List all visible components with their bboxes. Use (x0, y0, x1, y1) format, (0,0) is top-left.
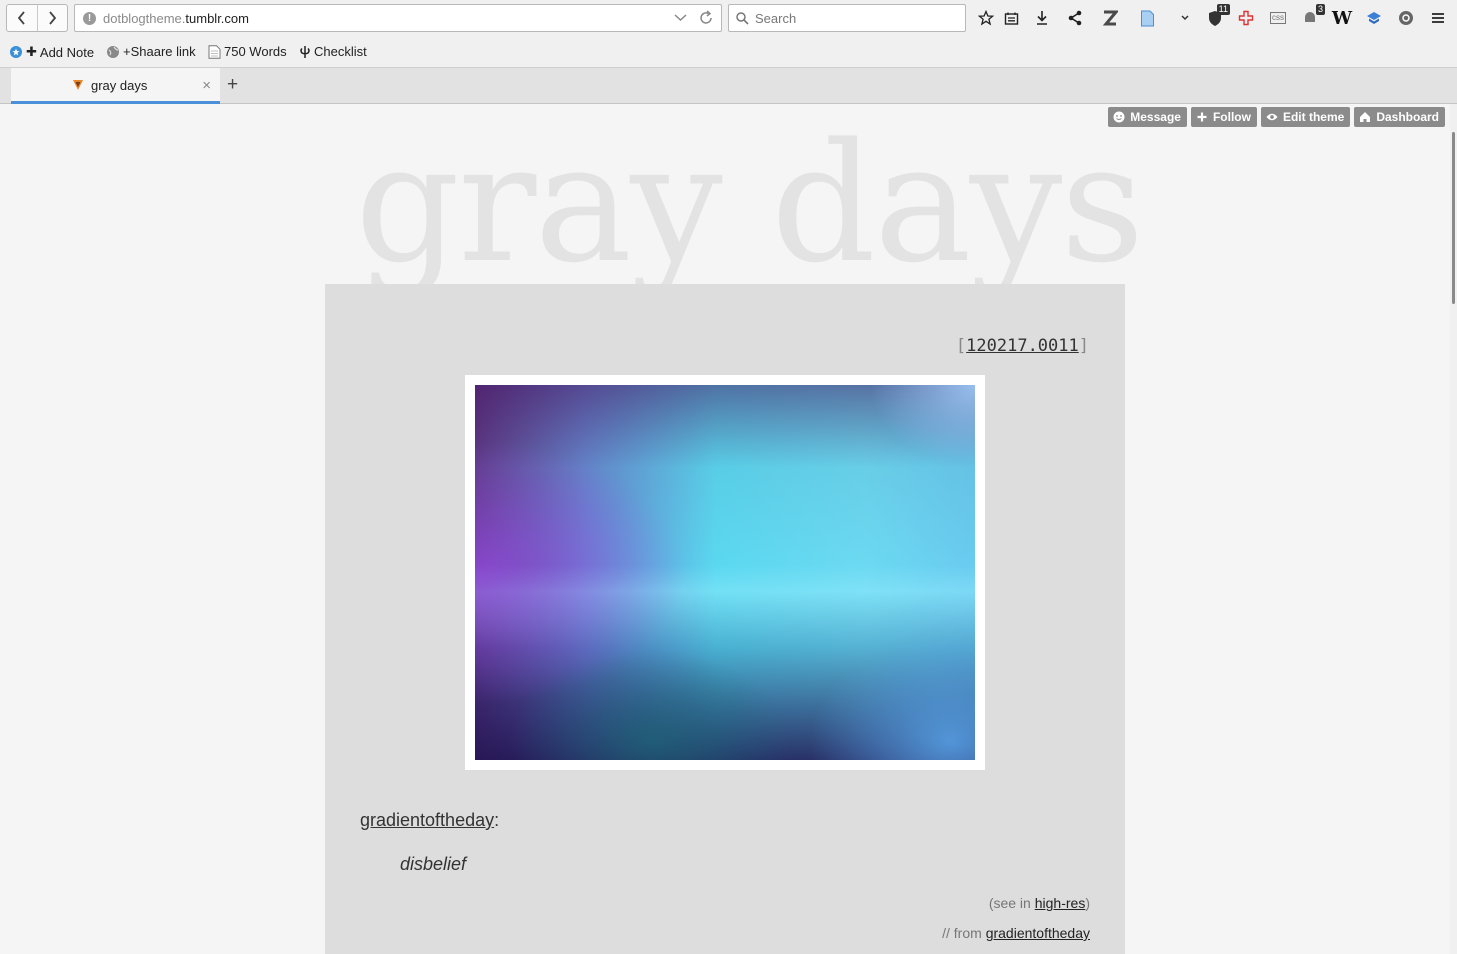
bookmark-shaare-link[interactable]: +Shaare link (106, 44, 196, 59)
edit-theme-button[interactable]: Edit theme (1260, 107, 1351, 127)
url-domain: tumblr.com (185, 10, 249, 26)
navigation-toolbar: ! dotblogtheme. tumblr.com Search 11 css… (0, 0, 1457, 37)
favicon-icon (73, 80, 83, 90)
wikiwand-icon[interactable]: W (1331, 6, 1353, 30)
first-aid-icon[interactable] (1235, 6, 1257, 30)
post: [120217.0011] gradientoftheday: disbelie… (325, 284, 1125, 954)
bookmark-star-icon[interactable] (975, 6, 997, 30)
forward-button[interactable] (36, 5, 67, 31)
search-field[interactable]: Search (728, 4, 966, 32)
scrollbar-thumb[interactable] (1452, 132, 1455, 304)
notification-badge: 3 (1315, 4, 1325, 15)
zotero-icon[interactable] (1099, 6, 1121, 30)
bookmarks-toolbar: ✚ Add Note +Shaare link 750 Words Checkli… (0, 37, 1457, 68)
notification-icon[interactable]: 3 (1299, 4, 1325, 30)
reload-icon[interactable] (699, 10, 713, 26)
hamburger-menu-icon[interactable] (1427, 6, 1449, 30)
see-in-suffix: ) (1085, 895, 1090, 911)
dashboard-label: Dashboard (1376, 110, 1439, 124)
dropbox-icon[interactable] (1363, 6, 1385, 30)
bookmark-checklist[interactable]: Checklist (299, 44, 367, 59)
toolbar-icons: 11 css 3 W (975, 4, 1450, 30)
page-scrollbar[interactable] (1450, 104, 1457, 954)
gradient-photo[interactable] (475, 385, 975, 760)
bookmark-prefix: ✚ (26, 44, 37, 59)
permalink-close-bracket: ] (1078, 336, 1089, 356)
url-bar[interactable]: ! dotblogtheme. tumblr.com (74, 4, 722, 32)
reading-list-icon[interactable] (1000, 6, 1022, 30)
css-icon[interactable]: css (1267, 6, 1289, 30)
caption-author-link[interactable]: gradientoftheday (360, 810, 494, 830)
home-icon (1359, 111, 1371, 123)
post-permalink: [120217.0011] (956, 336, 1089, 356)
highres-link[interactable]: high-res (1035, 895, 1086, 911)
caption-colon: : (494, 810, 500, 830)
new-tab-button[interactable]: + (227, 74, 238, 96)
from-prefix: // from (942, 925, 986, 941)
source-author-link[interactable]: gradientoftheday (986, 925, 1090, 941)
blog-title: gray days (355, 108, 1145, 299)
edit-theme-label: Edit theme (1282, 110, 1345, 124)
share-icon[interactable] (1064, 6, 1086, 30)
download-icon[interactable] (1031, 6, 1053, 30)
ublock-shield-icon[interactable]: 11 (1204, 4, 1230, 30)
tumblr-controls: Message Follow Edit theme Dashboard (1108, 107, 1445, 127)
document-icon[interactable] (1136, 6, 1158, 30)
info-icon[interactable]: ! (83, 11, 96, 25)
back-forward-group (6, 4, 68, 32)
post-highres-line: (see in high-res) (989, 895, 1090, 911)
plus-icon (1196, 111, 1208, 123)
close-tab-icon[interactable]: × (202, 77, 211, 94)
back-icon (17, 11, 25, 25)
search-placeholder: Search (755, 10, 797, 26)
overflow-chevron-icon[interactable] (1174, 6, 1196, 30)
page-icon (208, 44, 221, 59)
tab-title: gray days (91, 78, 148, 93)
post-source-line: // from gradientoftheday (942, 925, 1090, 941)
follow-button[interactable]: Follow (1190, 107, 1257, 127)
bookmark-label: 750 Words (224, 44, 287, 59)
bookmark-add-note[interactable]: ✚ Add Note (9, 44, 94, 60)
bookmark-750-words[interactable]: 750 Words (208, 44, 287, 59)
tab-gray-days[interactable]: gray days × (11, 68, 220, 104)
see-in-prefix: (see in (988, 895, 1035, 911)
power-icon[interactable] (1395, 6, 1417, 30)
dropdown-arrow-icon[interactable] (674, 10, 687, 26)
bookmark-label: Add Note (39, 44, 95, 60)
shield-badge: 11 (1216, 4, 1230, 15)
eye-icon (1266, 111, 1278, 123)
bookmark-label: +Shaare link (123, 44, 196, 59)
url-bar-actions (674, 10, 713, 26)
checklist-icon (300, 45, 310, 58)
css-icon-label: css (1270, 12, 1286, 24)
page-viewport: Message Follow Edit theme Dashboard gray… (0, 104, 1450, 954)
add-note-icon (10, 46, 22, 58)
back-button[interactable] (7, 5, 37, 31)
forward-icon (49, 11, 57, 25)
search-icon (736, 11, 749, 25)
post-caption: gradientoftheday: (360, 810, 499, 831)
permalink-open-bracket: [ (955, 336, 967, 356)
globe-icon (107, 45, 119, 58)
bookmark-label: Checklist (314, 44, 367, 59)
post-quote: disbelief (400, 854, 467, 874)
follow-label: Follow (1212, 110, 1251, 124)
permalink-link[interactable]: 120217.0011 (966, 336, 1079, 356)
photo-frame (465, 375, 985, 770)
dashboard-button[interactable]: Dashboard (1354, 107, 1445, 127)
tab-strip: gray days × + (0, 68, 1457, 104)
url-prefix: dotblogtheme. (103, 10, 186, 26)
